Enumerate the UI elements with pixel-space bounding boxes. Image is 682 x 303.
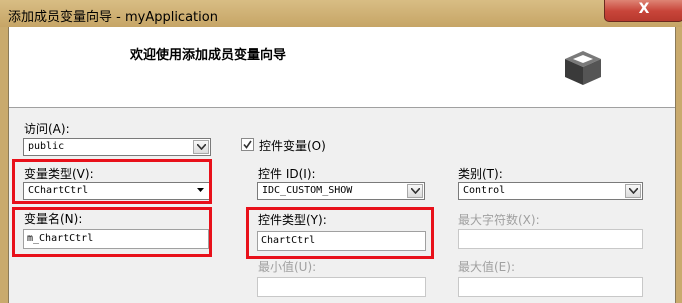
highlight-var-type <box>12 159 212 204</box>
window-title: 添加成员变量向导 - myApplication <box>8 10 218 25</box>
category-value: Control <box>463 185 506 196</box>
checkmark-icon <box>243 140 252 149</box>
category-dropdown-button[interactable] <box>625 184 641 198</box>
max-chars-input[interactable] <box>458 229 643 249</box>
dialog-client: 欢迎使用添加成员变量向导 访问(A): public 变量类型(V): CCha… <box>8 27 676 303</box>
category-combo[interactable]: Control <box>458 182 643 200</box>
category-label: 类别(T): <box>458 167 503 181</box>
control-id-combo[interactable]: IDC_CUSTOM_SHOW <box>257 182 425 200</box>
window-frame-left <box>0 27 8 303</box>
wizard-title: 欢迎使用添加成员变量向导 <box>130 48 287 63</box>
min-value-input[interactable] <box>257 277 426 297</box>
title-bar[interactable]: 添加成员变量向导 - myApplication X <box>0 0 682 27</box>
access-label: 访问(A): <box>24 122 70 136</box>
highlight-control-type <box>246 207 434 259</box>
chevron-down-icon <box>629 188 638 194</box>
control-id-value: IDC_CUSTOM_SHOW <box>262 185 353 196</box>
chevron-down-icon <box>197 144 206 150</box>
access-combo[interactable]: public <box>23 138 211 156</box>
close-button[interactable]: X <box>604 0 682 22</box>
wizard-header: 欢迎使用添加成员变量向导 <box>9 27 675 108</box>
highlight-var-name <box>12 207 212 257</box>
access-value: public <box>28 141 65 152</box>
control-var-checkbox[interactable] <box>241 138 254 151</box>
max-value-input[interactable] <box>458 277 643 297</box>
chevron-down-icon <box>411 188 420 194</box>
close-icon: X <box>638 1 650 17</box>
control-id-label: 控件 ID(I): <box>258 167 316 181</box>
control-var-label: 控件变量(O) <box>259 139 326 153</box>
max-value-label: 最大值(E): <box>458 260 515 274</box>
wizard-box-icon <box>565 51 601 85</box>
min-value-label: 最小值(U): <box>258 260 317 274</box>
access-dropdown-button[interactable] <box>193 140 209 154</box>
control-id-dropdown-button[interactable] <box>407 184 423 198</box>
max-chars-label: 最大字符数(X): <box>458 213 540 227</box>
